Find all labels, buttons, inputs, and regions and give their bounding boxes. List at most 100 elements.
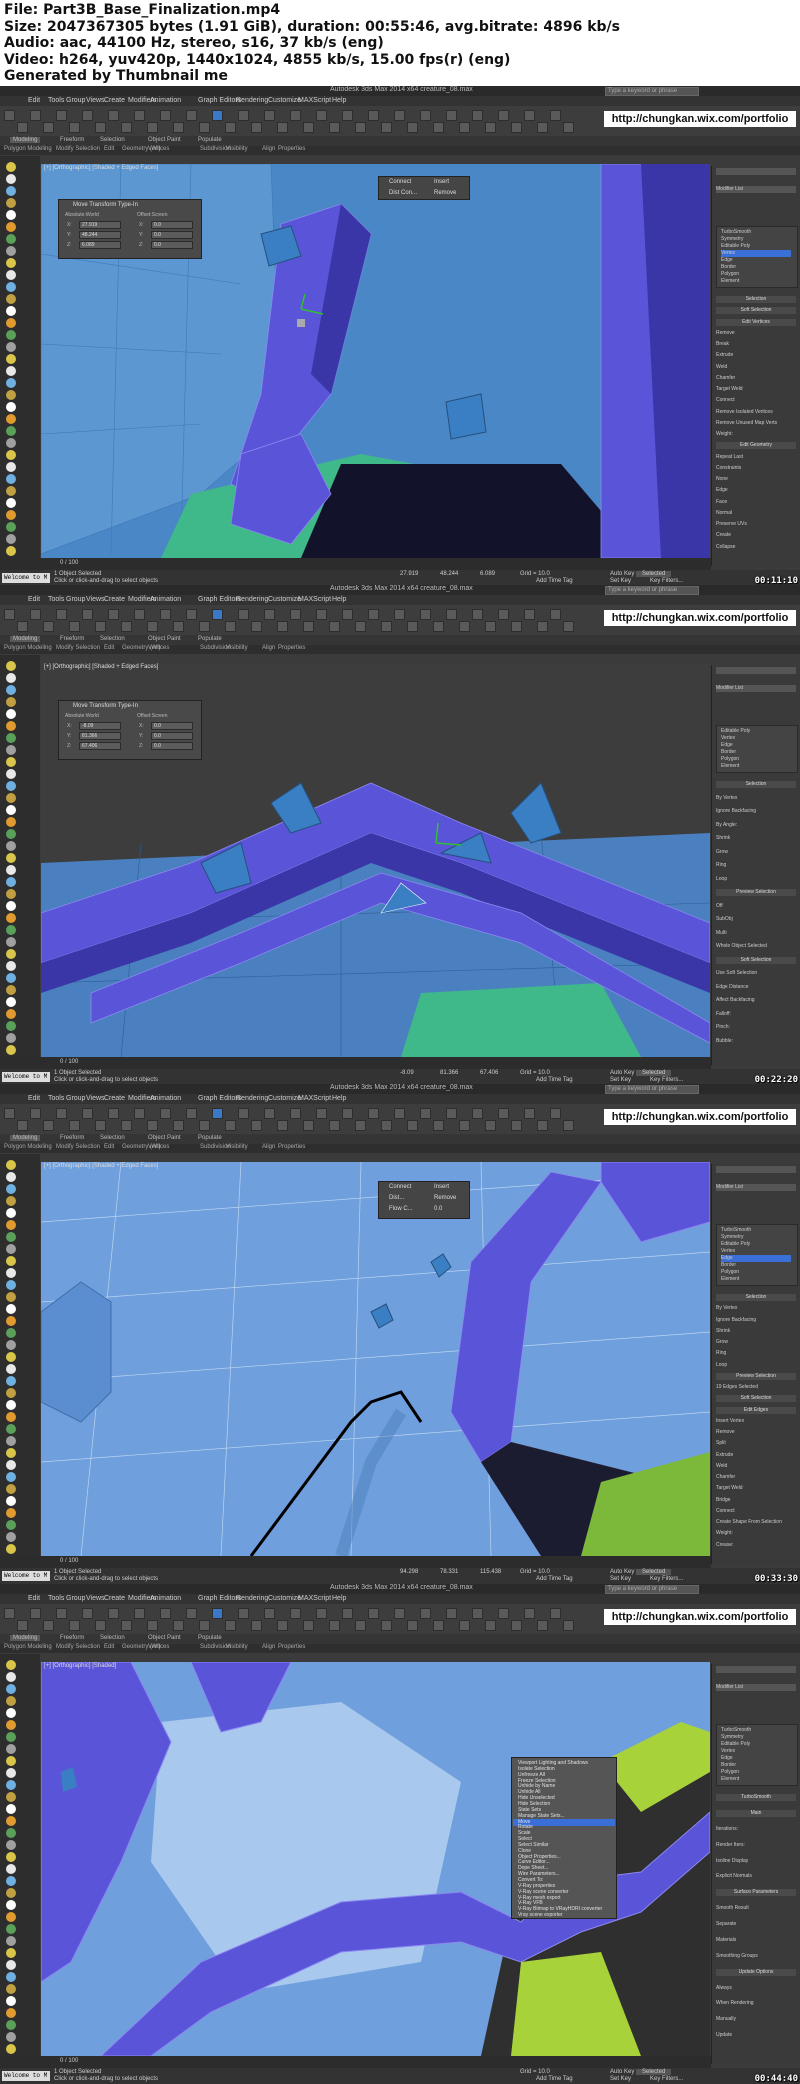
toolbar-button[interactable] (563, 621, 574, 632)
toolbar-button[interactable] (329, 122, 340, 133)
caddy-item-insert[interactable]: Insert (434, 1184, 449, 1190)
toolbar-button[interactable] (329, 1120, 340, 1131)
toolbar-button[interactable] (173, 122, 184, 133)
panel-control[interactable]: Smooth Result (716, 1905, 796, 1912)
ribbon-panel-vertices[interactable]: Vertices (148, 146, 169, 152)
panel-control[interactable]: Falloff: (716, 1011, 796, 1018)
panel-control[interactable]: Explicit Normals (716, 1873, 796, 1880)
time-slider[interactable]: 0 / 100 (0, 558, 711, 570)
panel-control[interactable]: Shrink (716, 835, 796, 842)
ribbon-tab-freeform[interactable]: Freeform (60, 636, 84, 642)
ribbon-panel-polygon-modeling[interactable]: Polygon Modeling (4, 146, 52, 152)
tool-icon[interactable] (6, 1009, 16, 1019)
panel-control[interactable]: Edge Distance (716, 984, 796, 991)
panel-control[interactable]: Remove (716, 1429, 796, 1436)
modifier-stack-item[interactable]: Symmetry (721, 236, 791, 243)
modifier-stack[interactable]: Editable Poly Vertex Edge Border Polygon Elem… (716, 725, 798, 773)
coord-x[interactable]: -8.09 (400, 1070, 414, 1076)
panel-control[interactable]: Constraints (716, 465, 796, 472)
toolbar-button[interactable] (342, 1608, 353, 1619)
toolbar-button[interactable] (199, 1120, 210, 1131)
modifier-stack-item[interactable]: Border (721, 1762, 791, 1769)
modifier-stack-item[interactable]: TurboSmooth (721, 229, 791, 236)
menu-tools[interactable]: Tools (48, 596, 64, 603)
tool-icon[interactable] (6, 1232, 16, 1242)
menu-animation[interactable]: Animation (150, 1595, 181, 1602)
panel-control[interactable]: Connect (716, 397, 796, 404)
ribbon-panel-align[interactable]: Align (262, 645, 275, 651)
toolbar-button[interactable] (537, 621, 548, 632)
ribbon-panel-vertices[interactable]: Vertices (148, 1644, 169, 1650)
tool-icon[interactable] (6, 1508, 16, 1518)
toolbar-button[interactable] (563, 122, 574, 133)
offset-z-field[interactable]: 0.0 (151, 742, 193, 750)
viewport-label[interactable]: [+] [Orthographic] [Shaded] (44, 1663, 116, 1669)
coord-z[interactable]: 67.406 (480, 1070, 498, 1076)
menu-create[interactable]: Create (104, 596, 125, 603)
panel-control[interactable]: Chamfer (716, 1474, 796, 1481)
toolbar-button[interactable] (212, 609, 223, 620)
tool-icon[interactable] (6, 1424, 16, 1434)
tool-icon[interactable] (6, 1292, 16, 1302)
tool-icon[interactable] (6, 769, 16, 779)
toolbar-button[interactable] (433, 621, 444, 632)
set-key-button[interactable]: Set Key (610, 1077, 631, 1083)
tool-icon[interactable] (6, 1984, 16, 1994)
context-menu-item[interactable]: Vray scene exporter (518, 1912, 563, 1918)
toolbar-button[interactable] (420, 1108, 431, 1119)
tool-icon[interactable] (6, 1684, 16, 1694)
ribbon-panel-align[interactable]: Align (262, 1644, 275, 1650)
menu-animation[interactable]: Animation (150, 97, 181, 104)
tool-icon[interactable] (6, 486, 16, 496)
panel-control[interactable]: Affect Backfacing (716, 997, 796, 1004)
tool-icon[interactable] (6, 781, 16, 791)
menu-create[interactable]: Create (104, 1595, 125, 1602)
toolbar-button[interactable] (407, 621, 418, 632)
modifier-stack-item[interactable]: TurboSmooth (721, 1727, 791, 1734)
toolbar-button[interactable] (420, 1608, 431, 1619)
ribbon-panel-visibility[interactable]: Visibility (226, 1144, 248, 1150)
panel-control[interactable]: Ring (716, 862, 796, 869)
modifier-stack-item[interactable]: Polygon (721, 756, 791, 763)
toolbar-button[interactable] (69, 1120, 80, 1131)
toolbar-button[interactable] (316, 1608, 327, 1619)
tool-icon[interactable] (6, 841, 16, 851)
ribbon-panel-visibility[interactable]: Visibility (226, 1644, 248, 1650)
coord-z[interactable]: 6.089 (480, 571, 495, 577)
toolbar-button[interactable] (212, 110, 223, 121)
add-time-tag[interactable]: Add Time Tag (536, 578, 573, 584)
tool-icon[interactable] (6, 1280, 16, 1290)
ribbon-tab-freeform[interactable]: Freeform (60, 1135, 84, 1141)
toolbar-button[interactable] (342, 110, 353, 121)
tool-icon[interactable] (6, 450, 16, 460)
toolbar-button[interactable] (290, 609, 301, 620)
tool-icon[interactable] (6, 1484, 16, 1494)
ribbon-panel-vertices[interactable]: Vertices (148, 645, 169, 651)
search-field[interactable]: Type a keyword or phrase (605, 1085, 699, 1094)
modifier-stack-item[interactable]: Border (721, 264, 791, 271)
toolbar-button[interactable] (524, 1608, 535, 1619)
toolbar-button[interactable] (95, 122, 106, 133)
tool-icon[interactable] (6, 1412, 16, 1422)
ribbon-tab-modeling[interactable]: Modeling (10, 1635, 41, 1641)
modifier-stack-item[interactable]: Element (721, 1776, 791, 1783)
ribbon-panel-properties[interactable]: Properties (278, 1144, 305, 1150)
toolbar-button[interactable] (17, 621, 28, 632)
toolbar-button[interactable] (212, 1108, 223, 1119)
menu-edit[interactable]: Edit (28, 596, 40, 603)
toolbar-button[interactable] (199, 122, 210, 133)
caddy-item-flow-c-[interactable]: Flow C... (389, 1206, 413, 1212)
toolbar-button[interactable] (537, 1120, 548, 1131)
modifier-stack-item[interactable]: Vertex (721, 1748, 791, 1755)
coord-y[interactable]: 81.366 (440, 1070, 458, 1076)
ribbon-tab-modeling[interactable]: Modeling (10, 1135, 41, 1141)
toolbar-button[interactable] (485, 122, 496, 133)
tool-icon[interactable] (6, 258, 16, 268)
toolbar-button[interactable] (147, 1620, 158, 1631)
tool-icon[interactable] (6, 1340, 16, 1350)
search-field[interactable]: Type a keyword or phrase (605, 87, 699, 96)
toolbar-button[interactable] (537, 122, 548, 133)
tool-icon[interactable] (6, 1924, 16, 1934)
time-slider[interactable]: 0 / 100 (0, 1057, 711, 1069)
ribbon-panel-modify-selection[interactable]: Modify Selection (56, 645, 100, 651)
